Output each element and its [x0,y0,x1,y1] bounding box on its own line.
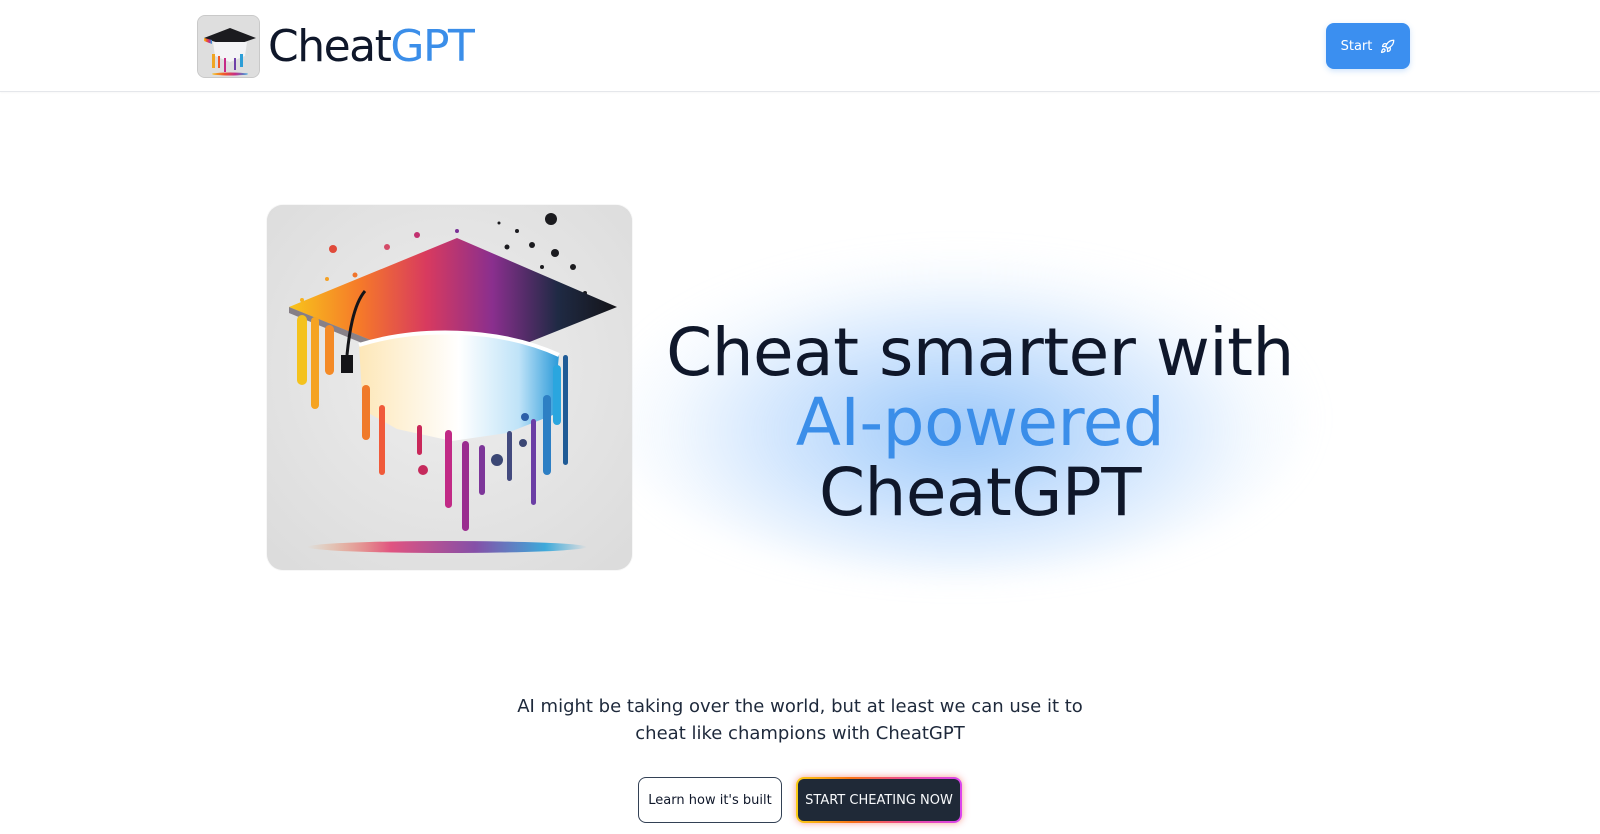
brand-name-part1: Cheat [268,20,392,72]
rocket-icon [1381,39,1395,53]
start-cheating-now-button[interactable]: START CHEATING NOW [796,777,962,823]
brand-logo-link[interactable]: CheatGPT [197,15,475,78]
hero-title: Cheat smarter with AI-powered CheatGPT [640,318,1320,528]
hero-graduation-cap-image [267,205,632,570]
brand-name: CheatGPT [268,24,475,69]
learn-how-built-button[interactable]: Learn how it's built [638,777,782,823]
hero-title-rest: CheatGPT [818,454,1142,531]
hero-tagline: AI might be taking over the world, but a… [517,696,1083,744]
hero-title-accent: AI-powered [795,384,1165,461]
brand-name-part2: GPT [390,20,475,72]
hero-title-line1: Cheat smarter with [666,314,1294,391]
site-header: CheatGPT Start [0,0,1600,92]
start-button-label: Start [1340,38,1373,54]
graduation-cap-logo-icon [197,15,260,78]
start-button[interactable]: Start [1326,23,1410,69]
